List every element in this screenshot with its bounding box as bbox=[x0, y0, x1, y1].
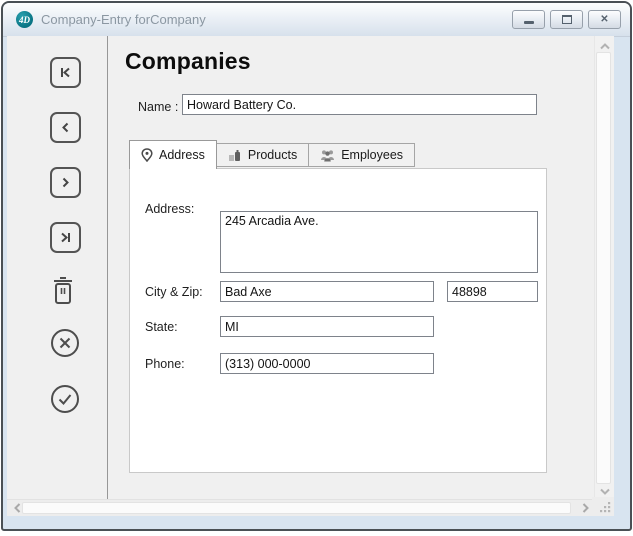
state-label: State: bbox=[145, 320, 178, 334]
window-body: Companies Name : Address bbox=[7, 36, 614, 516]
scroll-up-button[interactable] bbox=[599, 41, 611, 51]
previous-record-icon bbox=[59, 121, 72, 134]
resize-grip[interactable] bbox=[592, 497, 614, 516]
titlebar: 4D Company-Entry forCompany ✕ bbox=[3, 3, 630, 37]
horizontal-scrollbar[interactable] bbox=[7, 499, 595, 516]
people-group-icon bbox=[320, 149, 335, 162]
last-record-button[interactable] bbox=[50, 222, 81, 253]
close-button[interactable]: ✕ bbox=[588, 10, 621, 29]
horizontal-scrollbar-thumb[interactable] bbox=[22, 502, 571, 514]
maximize-icon bbox=[562, 15, 572, 24]
chevron-left-icon bbox=[14, 503, 21, 513]
address-textarea[interactable]: 245 Arcadia Ave. bbox=[220, 211, 538, 273]
accept-record-button[interactable] bbox=[50, 384, 80, 414]
address-label: Address: bbox=[145, 202, 194, 216]
phone-input[interactable] bbox=[220, 353, 434, 374]
tab-employees[interactable]: Employees bbox=[308, 143, 415, 167]
location-pin-icon bbox=[141, 148, 153, 162]
tab-strip: Address Products bbox=[129, 141, 415, 169]
last-record-icon bbox=[59, 231, 72, 244]
chevron-down-icon bbox=[600, 488, 610, 495]
state-input[interactable] bbox=[220, 316, 434, 337]
phone-label: Phone: bbox=[145, 357, 185, 371]
city-input[interactable] bbox=[220, 281, 434, 302]
zip-input[interactable] bbox=[447, 281, 538, 302]
tab-address[interactable]: Address bbox=[129, 140, 217, 169]
vertical-scrollbar-thumb[interactable] bbox=[596, 52, 611, 484]
window-controls: ✕ bbox=[512, 10, 621, 29]
package-icon bbox=[228, 149, 242, 162]
tab-products-label: Products bbox=[248, 148, 297, 162]
previous-record-button[interactable] bbox=[50, 112, 81, 143]
accept-circle-check-icon bbox=[50, 384, 80, 414]
city-zip-label: City & Zip: bbox=[145, 285, 203, 299]
tab-address-label: Address bbox=[159, 148, 205, 162]
company-form: Companies Name : Address bbox=[108, 36, 595, 500]
chevron-up-icon bbox=[600, 43, 610, 50]
delete-record-button[interactable] bbox=[50, 274, 76, 306]
cancel-circle-x-icon bbox=[50, 328, 80, 358]
name-label: Name : bbox=[138, 100, 178, 114]
resize-grip-icon bbox=[600, 502, 611, 513]
first-record-icon bbox=[59, 66, 72, 79]
scroll-right-button[interactable] bbox=[579, 503, 591, 513]
vertical-scrollbar[interactable] bbox=[594, 36, 614, 500]
window-title: Company-Entry forCompany bbox=[41, 12, 206, 27]
tab-products[interactable]: Products bbox=[216, 143, 309, 167]
record-toolbar bbox=[7, 36, 108, 500]
tab-employees-label: Employees bbox=[341, 148, 403, 162]
app-window: 4D Company-Entry forCompany ✕ bbox=[1, 1, 632, 531]
scroll-down-button[interactable] bbox=[599, 486, 611, 496]
address-tab-panel: Address: 245 Arcadia Ave. City & Zip: St… bbox=[129, 168, 547, 473]
minimize-button[interactable] bbox=[512, 10, 545, 29]
page-title: Companies bbox=[125, 48, 251, 75]
trash-icon bbox=[50, 274, 76, 306]
app-icon-4d: 4D bbox=[16, 11, 33, 28]
cancel-record-button[interactable] bbox=[50, 328, 80, 358]
chevron-right-icon bbox=[582, 503, 589, 513]
next-record-icon bbox=[59, 176, 72, 189]
next-record-button[interactable] bbox=[50, 167, 81, 198]
minimize-icon bbox=[524, 21, 534, 24]
first-record-button[interactable] bbox=[50, 57, 81, 88]
name-input[interactable] bbox=[182, 94, 537, 115]
close-icon: ✕ bbox=[600, 15, 608, 25]
maximize-button[interactable] bbox=[550, 10, 583, 29]
